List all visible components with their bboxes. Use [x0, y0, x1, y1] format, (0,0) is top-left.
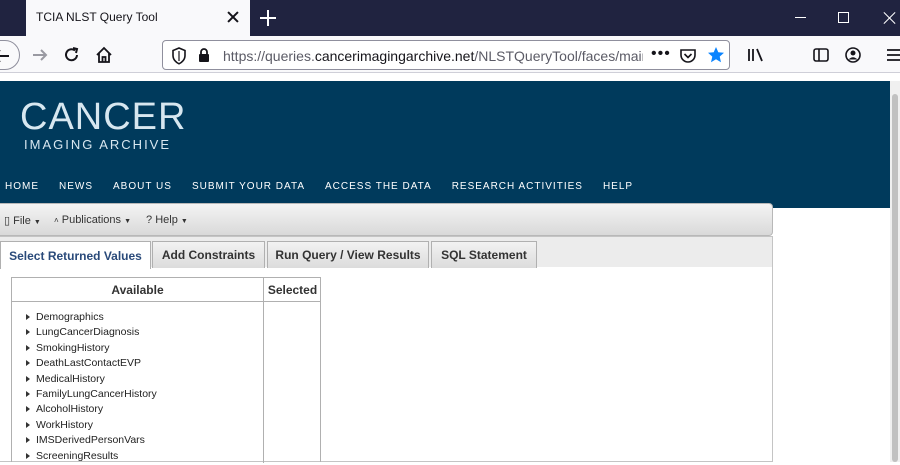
- menu-file-label: File: [13, 215, 31, 227]
- tab-sql-statement[interactable]: SQL Statement: [431, 241, 537, 268]
- tree-item-lungcancerdiagnosis[interactable]: LungCancerDiagnosis: [24, 326, 157, 341]
- url-path: /NLSTQueryTool/faces/main...: [474, 48, 643, 64]
- nav-access-the-data[interactable]: ACCESS THE DATA: [325, 181, 432, 192]
- nav-about-us[interactable]: ABOUT US: [113, 181, 172, 192]
- menu-publications-label: Publications: [61, 214, 122, 226]
- shield-icon[interactable]: [171, 47, 187, 70]
- app-menubar: ▯ File ▼ ˄ Publications ▼ ? Help ▼: [0, 203, 773, 236]
- site-logo[interactable]: CANCER IMAGING ARCHIVE: [20, 97, 186, 152]
- new-tab-icon[interactable]: [258, 8, 278, 28]
- reload-icon[interactable]: [58, 41, 86, 69]
- nav-research-activities[interactable]: RESEARCH ACTIVITIES: [452, 181, 583, 192]
- home-icon[interactable]: [90, 41, 118, 69]
- available-tree: Demographics LungCancerDiagnosis Smoking…: [24, 311, 157, 465]
- main-nav: HOME NEWS ABOUT US SUBMIT YOUR DATA ACCE…: [5, 181, 653, 192]
- logo-main-text: CANCER: [20, 96, 187, 138]
- bookmark-star-icon[interactable]: [707, 46, 725, 69]
- pocket-icon[interactable]: [679, 47, 697, 70]
- caret-up-icon: ˄: [54, 216, 59, 225]
- menu-help-label: Help: [155, 214, 178, 226]
- tree-item-label: WorkHistory: [36, 418, 93, 431]
- tree-item-label: IMSDerivedPersonVars: [36, 434, 145, 447]
- tree-item-imsderivedpersonvars[interactable]: IMSDerivedPersonVars: [24, 434, 157, 449]
- close-tab-icon[interactable]: [224, 8, 242, 26]
- scrollbar-thumb[interactable]: [892, 94, 898, 462]
- site-header: CANCER IMAGING ARCHIVE HOME NEWS ABOUT U…: [0, 81, 890, 208]
- expand-icon[interactable]: [26, 452, 30, 459]
- menu-file[interactable]: ▯ File ▼: [4, 214, 41, 227]
- tab-run-query-view-results[interactable]: Run Query / View Results: [267, 241, 429, 268]
- tree-item-label: SmokingHistory: [36, 341, 110, 354]
- tree-item-smokinghistory[interactable]: SmokingHistory: [24, 342, 157, 357]
- lock-icon[interactable]: [197, 47, 211, 68]
- expand-icon[interactable]: [26, 360, 30, 367]
- caret-down-icon: ▼: [180, 218, 188, 225]
- expand-icon[interactable]: [26, 390, 30, 397]
- url-domain: cancerimagingarchive.net: [314, 48, 475, 64]
- back-arrow-icon: [0, 50, 9, 62]
- expand-icon[interactable]: [26, 314, 30, 320]
- tab-add-constraints[interactable]: Add Constraints: [152, 241, 265, 268]
- column-header-available: Available: [12, 278, 263, 302]
- menu-help[interactable]: ? Help ▼: [146, 214, 188, 226]
- url-prefix: https://queries.: [223, 48, 315, 64]
- sidebar-icon[interactable]: [807, 41, 835, 69]
- back-button[interactable]: [0, 40, 20, 70]
- tree-item-demographics[interactable]: Demographics: [24, 311, 157, 326]
- maximize-icon[interactable]: [838, 12, 849, 23]
- tab-select-returned-values[interactable]: Select Returned Values: [0, 241, 151, 269]
- tree-item-label: DeathLastContactEVP: [36, 357, 142, 370]
- expand-icon[interactable]: [26, 375, 30, 382]
- expand-icon[interactable]: [26, 421, 30, 428]
- expand-icon[interactable]: [26, 437, 30, 444]
- tree-item-deathlastcontactevp[interactable]: DeathLastContactEVP: [24, 357, 157, 372]
- tree-item-familylungcancerhistory[interactable]: FamilyLungCancerHistory: [24, 388, 157, 403]
- question-icon: ?: [146, 214, 153, 226]
- file-icon: ▯: [4, 215, 11, 227]
- expand-icon[interactable]: [26, 329, 30, 336]
- window-close-icon[interactable]: [880, 8, 900, 28]
- caret-down-icon: ▼: [124, 218, 132, 225]
- browser-tab-title: TCIA NLST Query Tool: [36, 10, 158, 24]
- nav-submit-your-data[interactable]: SUBMIT YOUR DATA: [192, 181, 305, 192]
- forward-icon[interactable]: [26, 41, 54, 69]
- nav-home[interactable]: HOME: [5, 181, 39, 192]
- tree-item-medicalhistory[interactable]: MedicalHistory: [24, 373, 157, 388]
- tree-item-workhistory[interactable]: WorkHistory: [24, 419, 157, 434]
- values-table: Available Selected Demographics LungCanc…: [11, 277, 321, 465]
- browser-tab[interactable]: TCIA NLST Query Tool: [26, 0, 250, 36]
- menu-publications[interactable]: ˄ Publications ▼: [54, 214, 131, 226]
- tree-item-alcoholhistory[interactable]: AlcoholHistory: [24, 403, 157, 418]
- page-actions-icon[interactable]: •••: [651, 45, 671, 63]
- nav-news[interactable]: NEWS: [59, 181, 93, 192]
- account-icon[interactable]: [839, 41, 867, 69]
- column-header-selected: Selected: [264, 278, 321, 302]
- caret-down-icon: ▼: [33, 219, 41, 226]
- nav-help[interactable]: HELP: [603, 181, 633, 192]
- tree-item-label: FamilyLungCancerHistory: [36, 387, 157, 400]
- tree-item-screeningresults[interactable]: ScreeningResults: [24, 450, 157, 465]
- logo-sub-text: IMAGING ARCHIVE: [24, 137, 172, 152]
- menu-icon[interactable]: [880, 41, 900, 69]
- tree-item-label: ScreeningResults: [36, 449, 119, 462]
- tree-item-label: MedicalHistory: [36, 372, 105, 385]
- expand-icon[interactable]: [26, 344, 30, 351]
- column-divider: [263, 278, 264, 463]
- tree-item-label: AlcoholHistory: [36, 403, 104, 416]
- expand-icon[interactable]: [26, 406, 30, 413]
- url-text[interactable]: https://queries.cancerimagingarchive.net…: [223, 48, 643, 64]
- tree-item-label: LungCancerDiagnosis: [36, 326, 140, 339]
- minimize-icon[interactable]: [795, 17, 806, 18]
- library-icon[interactable]: [742, 41, 770, 69]
- address-bar[interactable]: https://queries.cancerimagingarchive.net…: [162, 40, 730, 70]
- tree-item-label: Demographics: [36, 311, 104, 323]
